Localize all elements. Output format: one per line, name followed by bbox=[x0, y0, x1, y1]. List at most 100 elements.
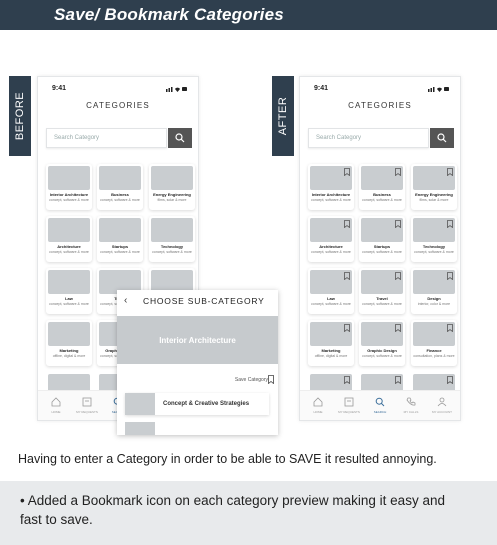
category-subtitle: concept, software & more bbox=[362, 354, 402, 358]
search-icon bbox=[175, 133, 185, 143]
search-icon bbox=[437, 133, 447, 143]
bookmark-icon[interactable] bbox=[447, 168, 453, 176]
bookmark-icon[interactable] bbox=[447, 272, 453, 280]
category-card[interactable]: Financeconsultation, plans & more bbox=[411, 320, 457, 366]
bookmark-icon[interactable] bbox=[344, 324, 350, 332]
category-card[interactable]: Law concept, software & more bbox=[46, 268, 92, 314]
note-text: • Added a Bookmark icon on each category… bbox=[20, 493, 445, 527]
bookmark-icon[interactable] bbox=[447, 324, 453, 332]
category-card[interactable]: Architecture concept, software & more bbox=[46, 216, 92, 262]
bookmark-icon[interactable] bbox=[344, 272, 350, 280]
category-card[interactable]: Marketing offline, digital & more bbox=[308, 320, 354, 366]
home-icon bbox=[51, 397, 61, 407]
category-thumbnail bbox=[151, 218, 193, 242]
category-card[interactable]: Energy Engineering films, solar & more bbox=[149, 164, 195, 210]
search-input[interactable]: Search Category bbox=[46, 128, 167, 148]
home-icon bbox=[313, 397, 323, 407]
subcategory-hero: Interior Architecture bbox=[117, 316, 278, 364]
category-card[interactable]: Architecture concept, software & more bbox=[308, 216, 354, 262]
category-title: Architecture bbox=[319, 244, 343, 249]
category-subtitle: concept, software & more bbox=[100, 250, 140, 254]
category-card[interactable]: Graphic Designconcept, software & more bbox=[359, 320, 405, 366]
category-subtitle: films, solar & more bbox=[157, 198, 187, 202]
category-card[interactable]: Business concept, software & more bbox=[359, 164, 405, 210]
category-title: Technology bbox=[422, 244, 446, 249]
tab-bar: HOME MY REQUESTS SEARCH MY CALLS MY ACCOUNT bbox=[300, 390, 460, 420]
category-title: Law bbox=[65, 296, 73, 301]
category-title: Business bbox=[373, 192, 391, 197]
subcategory-title: CHOOSE SUB-CATEGORY bbox=[143, 296, 265, 306]
category-card[interactable]: Designinterior, color & more bbox=[411, 268, 457, 314]
bookmark-icon[interactable] bbox=[268, 375, 274, 384]
category-subtitle: concept, software & more bbox=[414, 250, 454, 254]
subcategory-item[interactable]: Concept & Creative Strategies bbox=[125, 393, 269, 415]
category-subtitle: offline, digital & more bbox=[314, 354, 348, 358]
category-card[interactable]: Interior Architecture concept, software &… bbox=[46, 164, 92, 210]
status-time: 9:41 bbox=[314, 85, 329, 92]
bookmark-icon[interactable] bbox=[447, 376, 453, 384]
bookmark-icon[interactable] bbox=[344, 376, 350, 384]
category-title: Technology bbox=[160, 244, 184, 249]
bookmark-icon[interactable] bbox=[395, 324, 401, 332]
category-title: Startups bbox=[111, 244, 129, 249]
category-title: Startups bbox=[373, 244, 391, 249]
category-card[interactable]: Technology concept, software & more bbox=[149, 216, 195, 262]
category-subtitle: concept, software & more bbox=[362, 250, 402, 254]
category-title: Interior Architecture bbox=[49, 192, 89, 197]
category-title: Travel bbox=[376, 296, 388, 301]
category-subtitle: concept, software & more bbox=[49, 302, 89, 306]
tab-4[interactable]: MY CALLS bbox=[396, 391, 426, 420]
category-thumbnail bbox=[48, 322, 90, 346]
category-card[interactable]: Travelconcept, software & more bbox=[359, 268, 405, 314]
tab-1[interactable]: HOME bbox=[41, 391, 71, 420]
category-thumbnail bbox=[99, 218, 141, 242]
category-card[interactable]: Business concept, software & more bbox=[97, 164, 143, 210]
search-button[interactable] bbox=[430, 128, 454, 148]
tab-3[interactable]: SEARCH bbox=[365, 391, 395, 420]
tab-5[interactable]: MY ACCOUNT bbox=[427, 391, 457, 420]
category-card[interactable]: Startups concept, software & more bbox=[97, 216, 143, 262]
tab-label: MY ACCOUNT bbox=[432, 410, 452, 414]
category-thumbnail bbox=[48, 166, 90, 190]
category-card[interactable]: Technology concept, software & more bbox=[411, 216, 457, 262]
tab-2[interactable]: MY REQUESTS bbox=[334, 391, 364, 420]
save-category-label[interactable]: Save Category bbox=[235, 377, 268, 383]
requests-icon bbox=[82, 397, 92, 407]
category-title: Energy Engineering bbox=[415, 192, 453, 197]
category-title: Law bbox=[327, 296, 335, 301]
back-chevron-icon[interactable]: ‹ bbox=[124, 295, 127, 306]
subcategory-panel: ‹ CHOOSE SUB-CATEGORY Interior Architect… bbox=[117, 290, 278, 435]
category-card[interactable]: Energy Engineering films, solar & more bbox=[411, 164, 457, 210]
after-label: AFTER bbox=[272, 76, 294, 156]
search-button[interactable] bbox=[168, 128, 192, 148]
category-thumbnail bbox=[48, 270, 90, 294]
tab-2[interactable]: MY REQUESTS bbox=[72, 391, 102, 420]
tab-1[interactable]: HOME bbox=[303, 391, 333, 420]
after-label-text: AFTER bbox=[277, 96, 289, 136]
bookmark-icon[interactable] bbox=[344, 168, 350, 176]
bookmark-icon[interactable] bbox=[447, 220, 453, 228]
bookmark-icon[interactable] bbox=[395, 272, 401, 280]
phone-icon bbox=[406, 397, 416, 406]
category-card[interactable]: Startups concept, software & more bbox=[359, 216, 405, 262]
category-subtitle: concept, software & more bbox=[49, 250, 89, 254]
category-title: Energy Engineering bbox=[153, 192, 191, 197]
category-subtitle: concept, software & more bbox=[152, 250, 192, 254]
category-title: Marketing bbox=[321, 348, 341, 353]
category-subtitle: offline, digital & more bbox=[52, 354, 86, 358]
category-card[interactable]: Interior Architecture concept, software &… bbox=[308, 164, 354, 210]
category-subtitle: films, solar & more bbox=[419, 198, 449, 202]
bookmark-icon[interactable] bbox=[395, 220, 401, 228]
category-subtitle: consultation, plans & more bbox=[413, 354, 455, 358]
search-input[interactable]: Search Category bbox=[308, 128, 429, 148]
bookmark-icon[interactable] bbox=[395, 376, 401, 384]
status-icons bbox=[166, 87, 187, 92]
bookmark-icon[interactable] bbox=[344, 220, 350, 228]
tab-label: SEARCH bbox=[373, 410, 387, 414]
category-card[interactable]: Law concept, software & more bbox=[308, 268, 354, 314]
before-label: BEFORE bbox=[9, 76, 31, 156]
category-subtitle: concept, software & more bbox=[311, 302, 351, 306]
category-title: Architecture bbox=[57, 244, 81, 249]
bookmark-icon[interactable] bbox=[395, 168, 401, 176]
category-card[interactable]: Marketing offline, digital & more bbox=[46, 320, 92, 366]
